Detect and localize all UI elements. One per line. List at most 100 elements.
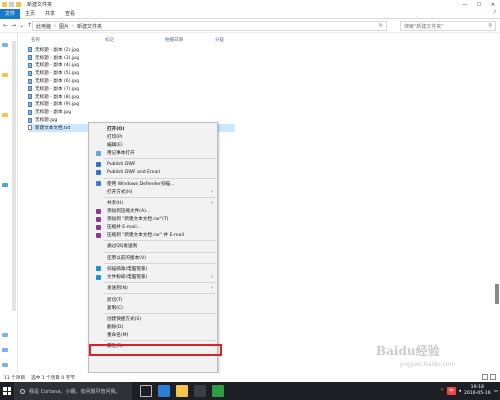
refresh-icon[interactable]: ↻	[379, 23, 383, 29]
tab-view[interactable]: 查看	[60, 9, 80, 19]
cortana-icon	[20, 388, 25, 394]
file-row[interactable]: 无标题 - 副本.jpg	[28, 108, 498, 116]
defender-icon	[96, 181, 101, 187]
menu-item[interactable]: 添加到 "新建文本文档.rar"(T)	[89, 215, 219, 223]
folder-icon[interactable]	[2, 73, 8, 77]
breadcrumb-pictures[interactable]: 图片	[59, 23, 69, 30]
help-icon[interactable]: ?	[493, 10, 496, 16]
file-name: 无标题 - 副本 (7).jpg	[35, 86, 80, 92]
start-button[interactable]	[0, 382, 14, 400]
app-icon[interactable]	[212, 385, 224, 397]
image-file-icon	[28, 94, 32, 100]
menu-item[interactable]: 添加到压缩文件(A)...	[89, 207, 219, 215]
file-row[interactable]: 无标题 - 副本 (5).jpg	[28, 69, 498, 77]
column-rating[interactable]: 分级	[215, 37, 224, 43]
network-icon[interactable]	[2, 363, 8, 367]
drive-icon[interactable]	[2, 348, 8, 352]
file-row[interactable]: 无标题 - 副本 (9).jpg	[28, 101, 498, 109]
menu-item[interactable]: 通过QQ发送到	[89, 242, 219, 250]
file-row[interactable]: 无标题 - 副本 (2).jpg	[28, 46, 498, 54]
search-input[interactable]: 搜索"新建文件夹" ⚲	[400, 21, 496, 31]
menu-item[interactable]: 使用 Windows Defender扫描...	[89, 180, 219, 188]
close-button[interactable]: ✕	[486, 0, 500, 9]
file-row[interactable]: 无标题 - 副本 (8).jpg	[28, 93, 498, 101]
minimize-button[interactable]: —	[458, 0, 472, 9]
menu-item[interactable]: 压缩到 "新建文本文档.rar" 并 E-mail	[89, 231, 219, 239]
rename-highlight-box	[89, 344, 222, 356]
properties-icon[interactable]	[9, 2, 14, 7]
menu-item[interactable]: 打印(P)	[89, 133, 219, 141]
menu-item-label: 删除(D)	[107, 324, 124, 330]
menu-item-label: 压缩并 E-mail...	[107, 225, 142, 231]
address-bar[interactable]: 此电脑 › 图片 › 新建文件夹 ↻	[32, 21, 387, 31]
menu-item[interactable]: 压缩并 E-mail...	[89, 223, 219, 231]
large-icons-view-icon[interactable]	[490, 374, 496, 380]
input-language-icon[interactable]: 中	[447, 387, 456, 395]
clock-date: 2016-05-16	[463, 391, 491, 396]
file-name: 无标题 - 副本 (4).jpg	[35, 63, 80, 69]
volume-icon[interactable]: ◂	[459, 389, 461, 394]
menu-item[interactable]: 文件粉碎(电脑管家) ›	[89, 273, 219, 281]
task-view-icon[interactable]	[140, 385, 152, 397]
breadcrumb-new-folder[interactable]: 新建文件夹	[77, 23, 102, 30]
menu-item-label: 压缩到 "新建文本文档.rar" 并 E-mail	[107, 233, 185, 239]
file-row[interactable]: 无标题 - 副本 (6).jpg	[28, 77, 498, 85]
rar-icon	[96, 216, 101, 222]
back-icon[interactable]: ←	[3, 22, 8, 29]
tab-share[interactable]: 共享	[40, 9, 60, 19]
menu-item[interactable]: 编辑(E)	[89, 141, 219, 149]
rar-icon	[96, 208, 101, 214]
file-name: 无标题 - 副本 (9).jpg	[35, 102, 80, 108]
recent-dropdown-icon[interactable]: ⌄	[19, 22, 24, 29]
menu-item[interactable]: 创建快捷方式(S)	[89, 315, 219, 323]
column-name[interactable]: 名称	[31, 37, 40, 43]
clock[interactable]: 19:18 2016-05-16	[464, 385, 491, 397]
menu-item-label: 添加到压缩文件(A)...	[107, 209, 151, 215]
menu-item-label: 打开方式(H)	[107, 189, 133, 195]
breadcrumb-this-pc[interactable]: 此电脑	[36, 23, 51, 30]
file-explorer-icon[interactable]	[176, 385, 188, 397]
tab-home[interactable]: 主页	[20, 9, 40, 19]
this-pc-icon[interactable]	[2, 333, 8, 337]
column-date[interactable]: 拍摄日期	[165, 37, 183, 43]
content-scrollbar[interactable]	[494, 284, 500, 306]
menu-item[interactable]: Publish DWF	[89, 160, 219, 168]
maximize-button[interactable]: ☐	[472, 0, 486, 9]
file-row[interactable]: 无标题 - 副本 (4).jpg	[28, 62, 498, 70]
menu-item[interactable]: 打开方式(H) ›	[89, 188, 219, 196]
forward-icon[interactable]: →	[11, 22, 16, 29]
menu-item[interactable]: 发送到(N) ›	[89, 284, 219, 292]
menu-item[interactable]: 用记事本打开	[89, 149, 219, 157]
menu-item[interactable]: 还原以前的版本(V)	[89, 254, 219, 262]
menu-item[interactable]: 打开(O)	[89, 125, 219, 133]
menu-divider	[104, 177, 216, 179]
nav-scrollbar[interactable]	[12, 41, 16, 311]
store-icon[interactable]	[194, 385, 206, 397]
folder-icon[interactable]	[2, 113, 8, 117]
details-view-icon[interactable]	[482, 374, 488, 380]
menu-item[interactable]: Publish DWF and Email	[89, 168, 219, 176]
scroll-thumb[interactable]	[495, 284, 499, 304]
cortana-search-box[interactable]: 我是 Cortana，小娜。有问题尽管问我。	[14, 382, 132, 400]
image-file-icon	[28, 70, 32, 76]
menu-item[interactable]: 扫描病毒(电脑管家)	[89, 265, 219, 273]
notification-chevron-icon[interactable]: ⌃	[440, 389, 444, 394]
action-center-icon[interactable]: ▭	[494, 389, 498, 394]
file-row[interactable]: 无标题 - 副本 (7).jpg	[28, 85, 498, 93]
file-row[interactable]: 无标题 - 副本 (3).jpg	[28, 54, 498, 62]
baidu-watermark: Baidu经验	[376, 344, 440, 358]
menu-item[interactable]: 复制(C)	[89, 304, 219, 312]
menu-item[interactable]: 共享(H) ›	[89, 199, 219, 207]
menu-item[interactable]: 重命名(M)	[89, 331, 219, 339]
column-tags[interactable]: 标记	[105, 37, 114, 43]
menu-item[interactable]: 删除(D)	[89, 323, 219, 331]
menu-item-label: 通过QQ发送到	[107, 244, 138, 250]
edge-icon[interactable]	[158, 385, 170, 397]
new-folder-icon[interactable]	[16, 2, 21, 7]
quick-access-icon[interactable]	[2, 43, 8, 47]
onedrive-icon[interactable]	[2, 183, 8, 187]
menu-item[interactable]: 剪切(T)	[89, 296, 219, 304]
menu-divider	[104, 251, 216, 253]
tab-file[interactable]: 文件	[0, 8, 21, 19]
menu-divider	[104, 196, 216, 198]
